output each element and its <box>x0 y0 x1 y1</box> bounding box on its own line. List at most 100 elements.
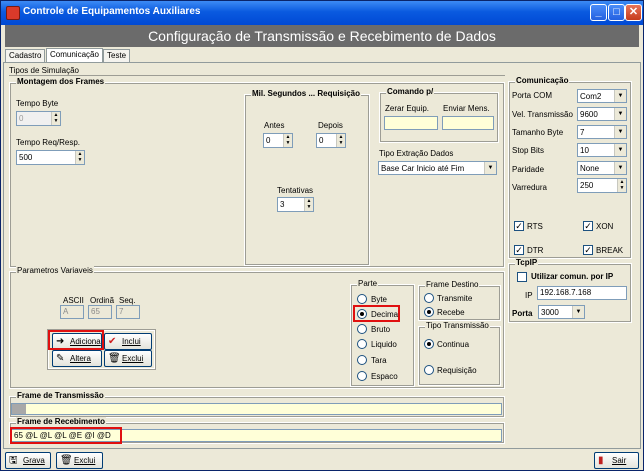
grava-button[interactable]: 🖫 Grava <box>5 452 51 469</box>
utilizar-ip-checkbox[interactable] <box>517 272 527 282</box>
depois-label: Depois <box>318 121 343 130</box>
varredura-label: Varredura <box>512 183 547 192</box>
ordina-label: Ordinã <box>90 296 115 305</box>
antes-spinner[interactable]: 0 ▲ ▼ <box>263 133 293 148</box>
tab-teste[interactable]: Teste <box>103 49 131 62</box>
maximize-button[interactable]: □ <box>608 4 625 21</box>
milisegundos-group: Mil. Segundos ... Requisição <box>244 89 370 266</box>
app-icon <box>6 6 20 20</box>
stop-bits-select[interactable]: 10 ▼ <box>577 143 627 157</box>
tentativas-label: Tentativas <box>277 186 314 195</box>
depois-spinner[interactable]: 0 ▲ ▼ <box>316 133 346 148</box>
utilizar-ip-label: Utilizar comun. por IP <box>531 272 614 281</box>
milisegundos-label: Mil. Segundos ... Requisição <box>251 89 362 98</box>
tempo-req-spinner[interactable]: 500 ▲ ▼ <box>16 150 85 165</box>
recebe-label: Recebe <box>437 308 465 317</box>
tipo-transmissao-group: Tipo Transmissão <box>418 321 501 386</box>
tipo-transmissao-label: Tipo Transmissão <box>425 321 490 330</box>
rts-label: RTS <box>527 222 543 231</box>
parte-liquido-label: Liquido <box>371 340 397 349</box>
parte-label: Parte <box>357 279 379 288</box>
frame-destino-label: Frame Destino <box>425 280 480 289</box>
dtr-checkbox[interactable]: ✓ <box>514 245 524 255</box>
parte-liquido-radio[interactable] <box>357 339 367 349</box>
tentativas-spinner[interactable]: 3 ▲ ▼ <box>277 197 314 212</box>
zerar-equip-label: Zerar Equip. <box>385 104 430 113</box>
paridade-select[interactable]: None ▼ <box>577 161 627 175</box>
xon-checkbox[interactable]: ✓ <box>583 221 593 231</box>
exit-icon: ▮ <box>598 455 604 466</box>
varredura-spinner[interactable]: 250 ▲ ▼ <box>577 178 627 193</box>
tab-comunicacao[interactable]: Comunicação <box>46 48 103 63</box>
enviar-mens-input[interactable] <box>442 116 494 130</box>
main-window: Controle de Equipamentos Auxiliares _ □ … <box>0 0 644 471</box>
tamanho-byte-label: Tamanho Byte <box>512 128 564 137</box>
transmite-label: Transmite <box>437 294 473 303</box>
close-button[interactable]: ✕ <box>625 4 642 21</box>
frame-transmissao-label: Frame de Transmissão <box>16 391 105 400</box>
xon-label: XON <box>596 222 614 231</box>
sair-button[interactable]: ▮ Sair <box>594 452 639 469</box>
page-title: Configuração de Transmissão e Recebiment… <box>148 28 496 44</box>
tempo-req-label: Tempo Req/Resp. <box>16 138 81 147</box>
edit-icon: ✎ <box>56 353 65 364</box>
parte-espaco-label: Espaco <box>371 372 398 381</box>
break-checkbox[interactable]: ✓ <box>583 245 593 255</box>
parte-bruto-radio[interactable] <box>357 324 367 334</box>
inclui-button[interactable]: ✔ Inclui <box>104 333 152 350</box>
porta-label: Porta <box>512 309 533 318</box>
continua-radio[interactable] <box>424 339 434 349</box>
porta-select[interactable]: 3000 ▼ <box>538 305 585 319</box>
extracao-select[interactable]: Base Car Inicio até Fim ▼ <box>378 161 497 175</box>
paridade-label: Paridade <box>512 165 545 174</box>
simulacao-divider <box>9 75 505 76</box>
zerar-equip-input[interactable] <box>384 116 438 130</box>
parte-byte-radio[interactable] <box>357 294 367 304</box>
vel-transmissao-select[interactable]: 9600 ▼ <box>577 107 627 121</box>
rts-checkbox[interactable]: ✓ <box>514 221 524 231</box>
save-icon: 🖫 <box>9 455 18 466</box>
vel-transmissao-label: Vel. Transmissão <box>512 110 573 119</box>
parte-bruto-label: Bruto <box>371 325 391 334</box>
title-bar[interactable]: Controle de Equipamentos Auxiliares _ □ … <box>1 1 643 25</box>
tempo-byte-spinner[interactable]: 0 ▲ ▼ <box>16 111 61 126</box>
highlight-adiciona <box>48 330 104 350</box>
altera-button[interactable]: ✎ Altera <box>52 350 102 367</box>
exclui-button[interactable]: 🗑 Exclui <box>104 350 152 367</box>
ascii-input[interactable]: A <box>60 305 84 319</box>
highlight-decima <box>353 305 400 322</box>
comando-label: Comando p/ <box>386 87 435 96</box>
recebe-radio[interactable] <box>424 307 434 317</box>
porta-com-select[interactable]: Com2 ▼ <box>577 89 627 103</box>
tcpip-label: TcpIP <box>515 258 539 267</box>
continua-label: Continua <box>437 340 470 349</box>
parte-byte-label: Byte <box>371 295 388 304</box>
parte-tara-radio[interactable] <box>357 355 367 365</box>
extracao-label: Tipo Extração Dados <box>379 149 454 158</box>
requisicao-radio[interactable] <box>424 365 434 375</box>
highlight-frame-recebimento <box>10 427 122 444</box>
transmite-radio[interactable] <box>424 293 434 303</box>
dtr-label: DTR <box>527 246 544 255</box>
ascii-label: ASCII <box>63 296 84 305</box>
minimize-button[interactable]: _ <box>590 4 607 21</box>
window-title: Controle de Equipamentos Auxiliares <box>23 6 201 17</box>
parametros-label: Parametros Variaveis <box>16 266 94 275</box>
parte-espaco-radio[interactable] <box>357 371 367 381</box>
check-icon: ✔ <box>108 336 117 347</box>
comunicacao-label: Comunicação <box>515 76 570 85</box>
seq-label: Seq. <box>119 296 136 305</box>
frame-recebimento-label: Frame de Recebimento <box>16 417 107 426</box>
antes-label: Antes <box>264 121 285 130</box>
trash-icon: 🗑 <box>60 455 73 466</box>
seq-input[interactable]: 7 <box>116 305 140 319</box>
frame-transmissao-input[interactable] <box>11 403 502 415</box>
porta-com-label: Porta COM <box>512 91 553 100</box>
tamanho-byte-select[interactable]: 7 ▼ <box>577 125 627 139</box>
tab-cadastro[interactable]: Cadastro <box>5 49 46 62</box>
enviar-mens-label: Enviar Mens. <box>443 104 490 113</box>
exclui-bottom-button[interactable]: 🗑 Exclui <box>56 452 103 469</box>
ip-input[interactable]: 192.168.7.168 <box>537 286 627 300</box>
tempo-byte-label: Tempo Byte <box>16 99 59 108</box>
ordina-input[interactable]: 65 <box>88 305 112 319</box>
